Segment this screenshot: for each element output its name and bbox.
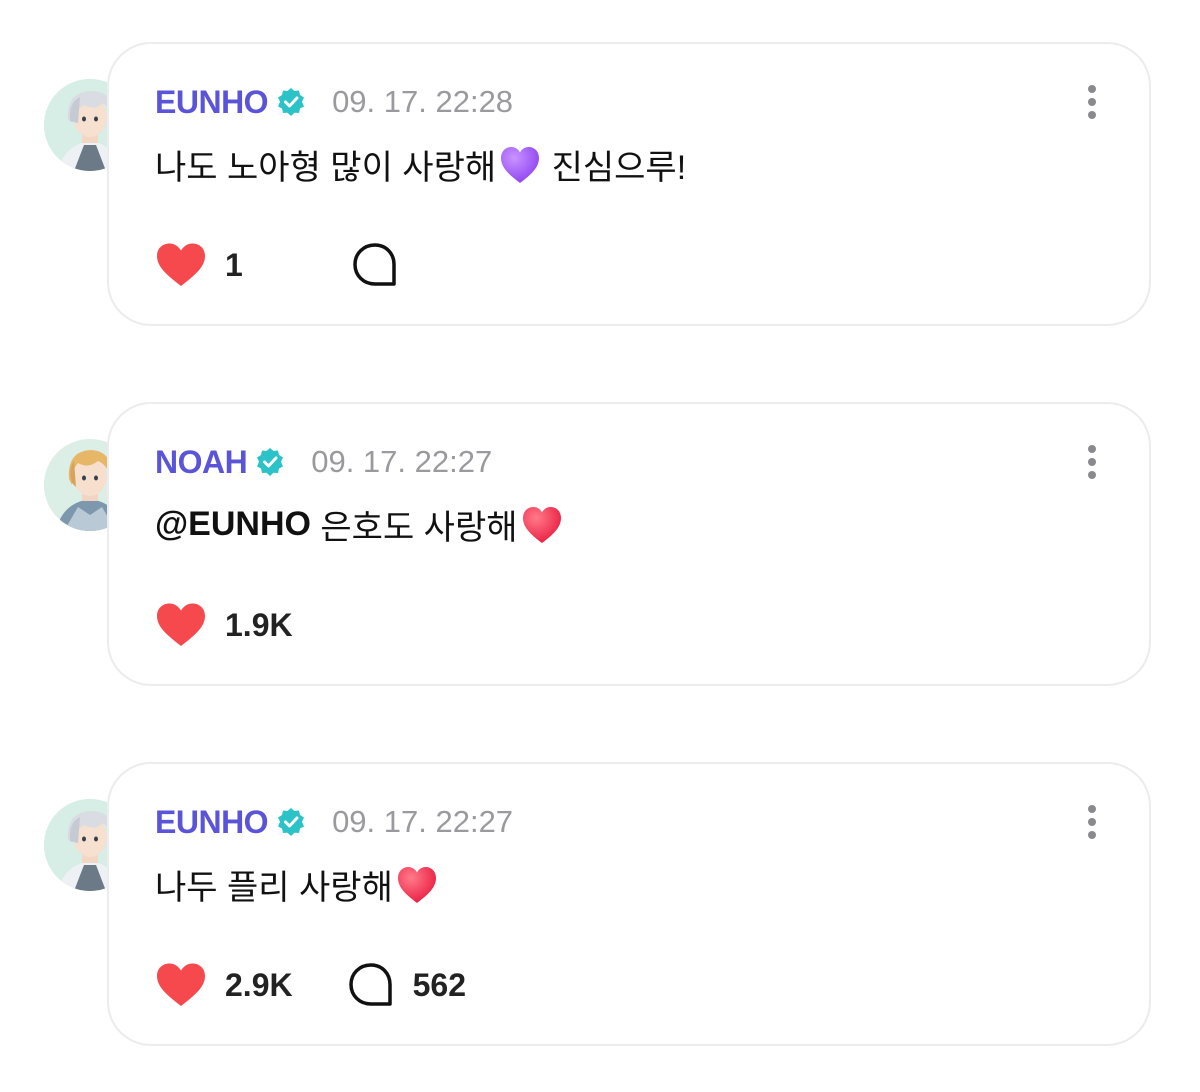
red-heart-emoji <box>520 505 564 545</box>
more-options-icon[interactable] <box>1079 802 1105 842</box>
reply-button[interactable]: 562 <box>347 961 466 1009</box>
comment-bubble-icon <box>347 961 395 1009</box>
comment-card: EUNHO 09. 17. 22:28 나도 노아형 많이 사랑해 진심으루! … <box>107 42 1151 326</box>
comment-message: 나두 플리 사랑해 <box>155 860 439 909</box>
comment-actions: 1 <box>155 240 399 290</box>
comment-message: 나도 노아형 많이 사랑해 진심으루! <box>155 140 686 189</box>
comment-card: EUNHO 09. 17. 22:27 나두 플리 사랑해 2.9K 562 <box>107 762 1151 1046</box>
comment-actions: 2.9K 562 <box>155 960 466 1010</box>
like-button[interactable]: 1.9K <box>155 602 293 648</box>
heart-icon <box>155 602 207 648</box>
more-options-icon[interactable] <box>1079 82 1105 122</box>
verified-badge-icon <box>255 447 285 477</box>
reply-button[interactable] <box>351 241 399 289</box>
comment-header: EUNHO 09. 17. 22:27 <box>155 802 513 842</box>
like-count: 1.9K <box>225 606 293 643</box>
comment-bubble-icon <box>351 241 399 289</box>
message-suffix: 진심으루! <box>542 149 687 187</box>
purple-heart-emoji <box>498 145 542 185</box>
timestamp: 09. 17. 22:27 <box>311 444 493 479</box>
message-text: 은호도 사랑해 <box>310 509 518 547</box>
more-options-icon[interactable] <box>1079 442 1105 482</box>
heart-icon <box>155 242 207 288</box>
comment-card: NOAH 09. 17. 22:27 @EUNHO 은호도 사랑해 1.9K <box>107 402 1151 686</box>
comment-count: 562 <box>412 966 466 1003</box>
like-button[interactable]: 2.9K <box>155 962 293 1008</box>
username[interactable]: EUNHO <box>155 804 269 841</box>
heart-icon <box>155 962 207 1008</box>
mention-link[interactable]: @EUNHO <box>155 505 311 544</box>
comment-header: EUNHO 09. 17. 22:28 <box>155 82 513 122</box>
like-count: 2.9K <box>225 966 293 1003</box>
like-count: 1 <box>225 246 243 283</box>
verified-badge-icon <box>276 807 306 837</box>
verified-badge-icon <box>276 87 306 117</box>
message-text: 나두 플리 사랑해 <box>155 869 393 907</box>
red-heart-emoji <box>395 865 439 905</box>
comment-actions: 1.9K <box>155 600 293 650</box>
username[interactable]: EUNHO <box>155 84 269 121</box>
like-button[interactable]: 1 <box>155 242 243 288</box>
comment-header: NOAH 09. 17. 22:27 <box>155 442 492 482</box>
timestamp: 09. 17. 22:28 <box>332 84 514 119</box>
comment-message: @EUNHO 은호도 사랑해 <box>155 500 564 549</box>
message-text: 나도 노아형 많이 사랑해 <box>155 149 497 187</box>
username[interactable]: NOAH <box>155 444 248 481</box>
timestamp: 09. 17. 22:27 <box>332 804 514 839</box>
